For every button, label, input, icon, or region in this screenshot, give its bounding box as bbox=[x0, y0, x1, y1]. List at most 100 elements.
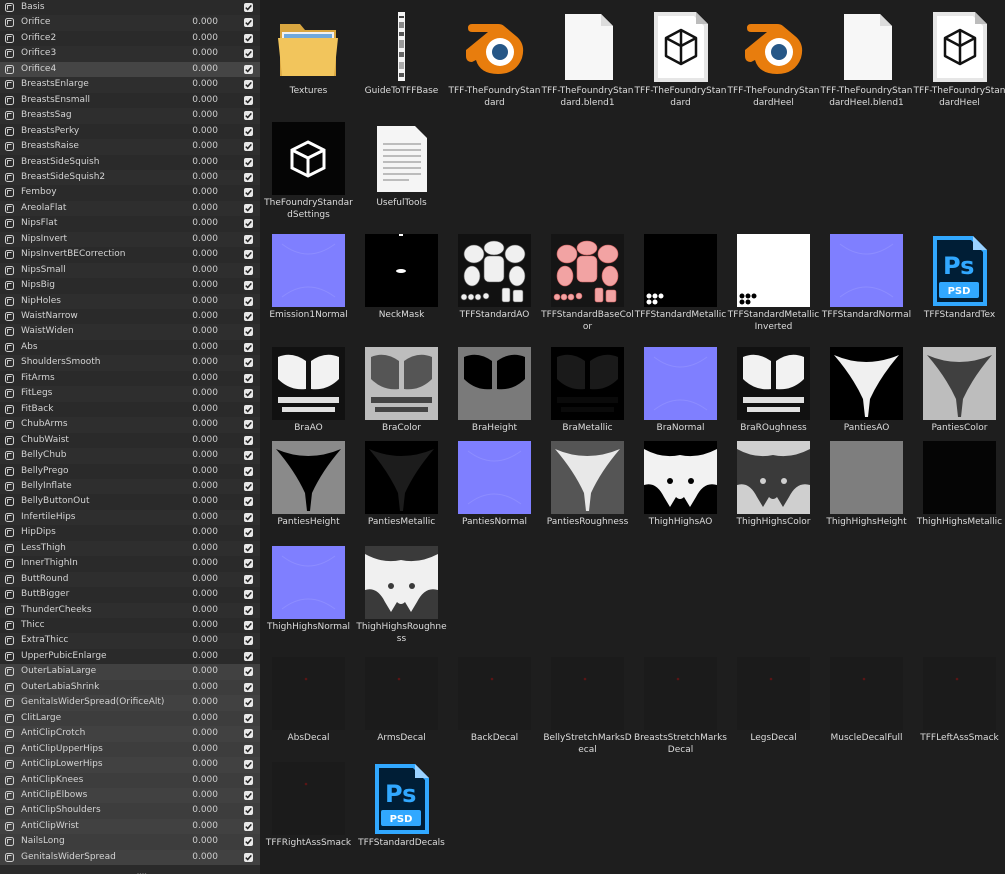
file-tile[interactable]: Ps PSD TFFStandardTex bbox=[913, 229, 1005, 339]
shape-key-row[interactable]: ExtraThicc 0.000 bbox=[0, 633, 260, 649]
shape-key-row[interactable]: LessThigh 0.000 bbox=[0, 540, 260, 557]
shape-key-row[interactable]: NipsInvertBECorrection 0.000 bbox=[0, 247, 260, 263]
shape-key-mute-checkbox[interactable] bbox=[244, 64, 253, 74]
shape-key-value[interactable]: 0.000 bbox=[190, 711, 218, 727]
shape-key-row[interactable]: NipHoles 0.000 bbox=[0, 293, 260, 310]
shape-key-value[interactable]: 0.000 bbox=[190, 324, 218, 340]
file-tile[interactable]: TFF-TheFoundryStandard bbox=[634, 5, 727, 115]
shape-key-row[interactable]: AntiClipShoulders 0.000 bbox=[0, 803, 260, 819]
file-tile[interactable]: NeckMask bbox=[355, 229, 448, 339]
shape-key-mute-checkbox[interactable] bbox=[244, 852, 253, 862]
shape-key-mute-checkbox[interactable] bbox=[244, 744, 253, 754]
shape-key-value[interactable]: 0.000 bbox=[190, 247, 218, 263]
shape-key-mute-checkbox[interactable] bbox=[244, 729, 253, 739]
file-tile[interactable]: BreastsStretchMarksDecal bbox=[634, 652, 727, 762]
file-tile[interactable]: GuideToTFFBase bbox=[355, 5, 448, 115]
shape-key-row[interactable]: BellyButtonOut 0.000 bbox=[0, 494, 260, 510]
shape-key-row[interactable]: Orifice4 0.000 bbox=[0, 61, 260, 78]
shape-key-mute-checkbox[interactable] bbox=[244, 142, 253, 152]
shape-key-mute-checkbox[interactable] bbox=[244, 404, 253, 414]
shape-key-value[interactable]: 0.000 bbox=[190, 355, 218, 371]
shape-key-row[interactable]: BreastsEnlarge 0.000 bbox=[0, 77, 260, 93]
file-tile[interactable]: TFFLeftAssSmack bbox=[913, 652, 1005, 762]
shape-key-value[interactable]: 0.000 bbox=[190, 340, 218, 356]
shape-key-row[interactable]: ThunderCheeks 0.000 bbox=[0, 602, 260, 619]
shape-key-mute-checkbox[interactable] bbox=[244, 481, 253, 491]
shape-key-row[interactable]: BellyPrego 0.000 bbox=[0, 464, 260, 480]
file-tile[interactable]: TFFStandardAO bbox=[448, 229, 541, 339]
shape-key-row[interactable]: FitLegs 0.000 bbox=[0, 386, 260, 402]
shape-key-value[interactable]: 0.000 bbox=[190, 278, 218, 294]
shape-key-value[interactable]: 0.000 bbox=[190, 803, 218, 819]
file-tile[interactable]: TFFStandardMetallicInverted bbox=[727, 229, 820, 339]
resize-grip-icon[interactable] bbox=[137, 864, 147, 874]
shape-key-mute-checkbox[interactable] bbox=[244, 682, 253, 692]
shape-key-row[interactable]: NipsSmall 0.000 bbox=[0, 262, 260, 279]
shape-key-value[interactable]: 0.000 bbox=[190, 618, 218, 634]
shape-key-row[interactable]: NipsFlat 0.000 bbox=[0, 216, 260, 232]
shape-key-row[interactable]: BreastSideSquish2 0.000 bbox=[0, 169, 260, 186]
shape-key-row[interactable]: AntiClipElbows 0.000 bbox=[0, 787, 260, 804]
shape-key-row[interactable]: FitArms 0.000 bbox=[0, 371, 260, 387]
shape-key-value[interactable]: 0.000 bbox=[190, 742, 218, 758]
shape-key-row[interactable]: BellyChub 0.000 bbox=[0, 448, 260, 464]
shape-key-mute-checkbox[interactable] bbox=[244, 621, 253, 630]
shape-key-value[interactable]: 0.000 bbox=[190, 680, 218, 696]
shape-key-value[interactable]: 0.000 bbox=[190, 433, 218, 449]
shape-key-row[interactable]: OuterLabiaShrink 0.000 bbox=[0, 679, 260, 696]
shape-key-mute-checkbox[interactable] bbox=[244, 806, 253, 816]
shape-key-row[interactable]: AntiClipCrotch 0.000 bbox=[0, 726, 260, 742]
shape-key-row[interactable]: FitBack 0.000 bbox=[0, 402, 260, 418]
shape-key-value[interactable]: 0.000 bbox=[190, 294, 218, 310]
shape-key-value[interactable]: 0.000 bbox=[190, 819, 218, 835]
shape-key-mute-checkbox[interactable] bbox=[244, 559, 253, 569]
shape-key-row[interactable]: Orifice2 0.000 bbox=[0, 31, 260, 47]
file-tile[interactable]: TFF-TheFoundryStandardHeel bbox=[913, 5, 1005, 115]
shape-key-value[interactable]: 0.000 bbox=[190, 510, 218, 526]
shape-key-row[interactable]: Thicc 0.000 bbox=[0, 618, 260, 634]
shape-key-value[interactable]: 0.000 bbox=[190, 603, 218, 619]
shape-key-row[interactable]: Femboy 0.000 bbox=[0, 185, 260, 201]
shape-key-row[interactable]: ChubArms 0.000 bbox=[0, 417, 260, 433]
shape-key-mute-checkbox[interactable] bbox=[244, 219, 253, 229]
shape-key-row[interactable]: AntiClipUpperHips 0.000 bbox=[0, 741, 260, 758]
file-tile[interactable]: ThighHighsMetallic bbox=[913, 436, 1005, 546]
shape-key-row[interactable]: AntiClipLowerHips 0.000 bbox=[0, 757, 260, 773]
file-tile[interactable]: UsefulTools bbox=[355, 117, 448, 227]
file-tile[interactable]: Ps PSD TFFStandardDecals bbox=[355, 757, 448, 867]
file-tile[interactable]: PantiesHeight bbox=[262, 436, 355, 546]
shape-key-value[interactable]: 0.000 bbox=[190, 309, 218, 325]
shape-key-mute-checkbox[interactable] bbox=[244, 651, 253, 661]
shape-key-value[interactable]: 0.000 bbox=[190, 556, 218, 572]
shape-key-row[interactable]: OuterLabiaLarge 0.000 bbox=[0, 664, 260, 680]
shape-key-value[interactable]: 0.000 bbox=[190, 417, 218, 433]
file-tile[interactable]: TFF-TheFoundryStandardHeel.blend1 bbox=[820, 5, 913, 115]
file-tile[interactable]: ThighHighsHeight bbox=[820, 436, 913, 546]
shape-key-mute-checkbox[interactable] bbox=[244, 203, 253, 213]
shape-key-value[interactable]: 0.000 bbox=[190, 649, 218, 665]
shape-key-row[interactable]: UpperPubicEnlarge 0.000 bbox=[0, 649, 260, 665]
shape-key-mute-checkbox[interactable] bbox=[244, 543, 253, 553]
file-tile[interactable]: TFFStandardNormal bbox=[820, 229, 913, 339]
shape-key-mute-checkbox[interactable] bbox=[244, 451, 253, 461]
shape-key-value[interactable]: 0.000 bbox=[190, 757, 218, 773]
shape-key-value[interactable]: 0.000 bbox=[190, 695, 218, 711]
shape-key-mute-checkbox[interactable] bbox=[244, 281, 253, 291]
shape-key-mute-checkbox[interactable] bbox=[244, 605, 253, 615]
shape-key-mute-checkbox[interactable] bbox=[244, 512, 253, 522]
shape-key-mute-checkbox[interactable] bbox=[244, 837, 253, 847]
shape-key-mute-checkbox[interactable] bbox=[244, 327, 253, 337]
shape-key-row[interactable]: AntiClipWrist 0.000 bbox=[0, 818, 260, 835]
shape-key-mute-checkbox[interactable] bbox=[244, 234, 253, 244]
shape-key-mute-checkbox[interactable] bbox=[244, 111, 253, 121]
shape-key-mute-checkbox[interactable] bbox=[244, 80, 253, 90]
shape-key-value[interactable]: 0.000 bbox=[190, 124, 218, 140]
shape-key-value[interactable]: 0.000 bbox=[190, 386, 218, 402]
shape-key-row[interactable]: NipsBig 0.000 bbox=[0, 278, 260, 294]
shape-key-value[interactable]: 0.000 bbox=[190, 464, 218, 480]
shape-key-row[interactable]: GenitalsWiderSpread 0.000 bbox=[0, 849, 260, 866]
shape-key-row[interactable]: ButtBigger 0.000 bbox=[0, 587, 260, 603]
file-tile[interactable]: ThighHighsNormal bbox=[262, 541, 355, 651]
shape-key-row[interactable]: WaistWiden 0.000 bbox=[0, 324, 260, 340]
shape-key-value[interactable]: 0.000 bbox=[190, 15, 218, 31]
